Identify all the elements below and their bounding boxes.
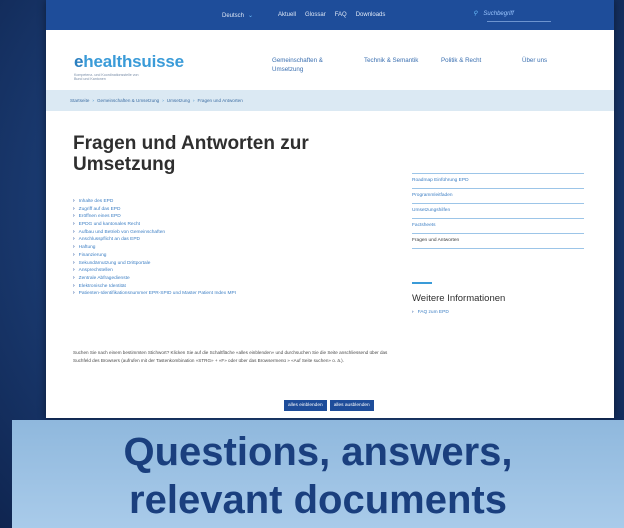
sidebar-item-factsheets[interactable]: Factsheets — [412, 218, 584, 233]
website-screenshot: Deutsch ⌄ Aktuell Glossar FAQ Downloads ⚲… — [46, 0, 614, 418]
language-label: Deutsch — [222, 13, 245, 19]
breadcrumb-separator-icon: › — [193, 98, 195, 103]
expand-all-button[interactable]: alles einblenden — [284, 400, 327, 411]
chevron-right-icon: › — [73, 221, 75, 228]
link-glossar[interactable]: Glossar — [305, 12, 326, 18]
toggle-buttons: alles einblenden alles ausblenden — [284, 400, 374, 411]
accent-bar — [412, 282, 432, 284]
chevron-right-icon: › — [73, 290, 75, 297]
caption-line-1: Questions, answers, — [123, 430, 513, 474]
logo-wordmark: ehealthsuisse — [74, 52, 184, 71]
chevron-right-icon: › — [73, 228, 75, 235]
chevron-right-icon: › — [73, 282, 75, 289]
chevron-right-icon: › — [73, 259, 75, 266]
breadcrumb-umsetzung[interactable]: Umsetzung — [167, 98, 190, 103]
sidebar-item-fragen-antworten[interactable]: Fragen und Antworten — [412, 233, 584, 248]
search-input[interactable]: ⚲ Suchbegriff — [473, 10, 563, 22]
sidebar-item-roadmap[interactable]: Roadmap Einführung EPD — [412, 173, 584, 188]
faq-item[interactable]: › Haftung — [73, 244, 236, 252]
breadcrumb-home[interactable]: Startseite — [70, 98, 89, 103]
faq-item[interactable]: › Aufbau und Betrieb von Gemeinschaften — [73, 229, 236, 237]
faq-item[interactable]: › Eröffnen eines EPD — [73, 213, 236, 221]
logo-tagline: Kompetenz- und Koordinationsstelle von B… — [74, 73, 139, 82]
logo[interactable]: ehealthsuisse Kompetenz- und Koordinatio… — [74, 52, 184, 82]
breadcrumb-current: Fragen und Antworten — [197, 98, 243, 103]
chevron-right-icon: › — [73, 213, 75, 220]
chevron-right-icon: › — [73, 236, 75, 243]
sidebar-item-programmleitfaden[interactable]: Programmleitfaden — [412, 188, 584, 203]
chevron-right-icon: › — [73, 198, 75, 204]
link-faq[interactable]: FAQ — [335, 12, 347, 18]
faq-item[interactable]: › Elektronische Identität — [73, 283, 236, 291]
chevron-right-icon: › — [73, 205, 75, 212]
caption-line-2: relevant documents — [129, 478, 507, 522]
faq-item[interactable]: › EPDG und kantonales Recht — [73, 221, 236, 229]
language-selector[interactable]: Deutsch ⌄ — [222, 12, 253, 19]
nav-ueber-uns[interactable]: Über uns — [522, 56, 547, 65]
chevron-right-icon: › — [73, 251, 75, 258]
chevron-down-icon: ⌄ — [248, 13, 254, 19]
link-downloads[interactable]: Downloads — [356, 12, 386, 18]
breadcrumb-bar: Startseite › Gemeinschaften & Umsetzung › Um… — [46, 90, 614, 111]
faq-item[interactable]: › Patienten-Identifikationsnummer EPR-SPI… — [73, 290, 236, 298]
breadcrumb-separator-icon: › — [162, 98, 164, 103]
more-info-link[interactable]: › FAQ zum EPD — [412, 310, 449, 315]
faq-item[interactable]: › Sekundärnutzung und Drittportale — [73, 260, 236, 268]
faq-item[interactable]: › Finanzierung — [73, 252, 236, 260]
nav-politik[interactable]: Politik & Recht — [441, 56, 481, 65]
collapse-all-button[interactable]: alles ausblenden — [329, 400, 374, 411]
search-underline — [487, 21, 551, 22]
utility-bar: Deutsch ⌄ Aktuell Glossar FAQ Downloads ⚲… — [46, 0, 614, 30]
sidebar-divider — [412, 248, 584, 249]
link-aktuell[interactable]: Aktuell — [278, 12, 296, 18]
nav-umsetzung[interactable]: Umsetzung — [272, 65, 303, 74]
breadcrumb: Startseite › Gemeinschaften & Umsetzung › Um… — [70, 98, 243, 103]
faq-item[interactable]: › Inhalte des EPD — [73, 198, 236, 206]
search-placeholder: Suchbegriff — [483, 11, 514, 17]
sidebar-item-umsetzungshilfen[interactable]: Umsetzungshilfen — [412, 203, 584, 218]
faq-list: › Inhalte des EPD › Zugriff auf das EPD › E… — [73, 198, 236, 298]
utility-links: Aktuell Glossar FAQ Downloads — [278, 12, 385, 18]
search-hint-paragraph: Suchen Sie nach einem bestimmten Stichwo… — [73, 350, 388, 363]
chevron-right-icon: › — [73, 244, 75, 251]
breadcrumb-separator-icon: › — [92, 98, 94, 103]
search-icon: ⚲ — [473, 11, 478, 17]
chevron-right-icon: › — [73, 267, 75, 274]
chevron-right-icon: › — [73, 274, 75, 281]
nav-gemeinschaften[interactable]: Gemeinschaften & — [272, 56, 323, 65]
faq-item[interactable]: › Zugriff auf das EPD — [73, 206, 236, 214]
faq-item[interactable]: › Zentrale Abfragedienste — [73, 275, 236, 283]
page-title: Fragen und Antworten zur Umsetzung — [73, 133, 309, 175]
sidebar-nav: Roadmap Einführung EPD Programmleitfaden… — [412, 173, 584, 249]
breadcrumb-gemeinschaften[interactable]: Gemeinschaften & Umsetzung — [97, 98, 159, 103]
more-info-heading: Weitere Informationen — [412, 293, 506, 304]
faq-item[interactable]: › Anschlusspflicht an das EPD — [73, 236, 236, 244]
nav-technik[interactable]: Technik & Semantik — [364, 56, 418, 65]
chevron-right-icon: › — [412, 310, 414, 315]
site-header: ehealthsuisse Kompetenz- und Koordinatio… — [46, 30, 614, 90]
faq-item[interactable]: › Ansprechstellen — [73, 267, 236, 275]
caption: Questions, answers, relevant documents — [12, 428, 624, 524]
